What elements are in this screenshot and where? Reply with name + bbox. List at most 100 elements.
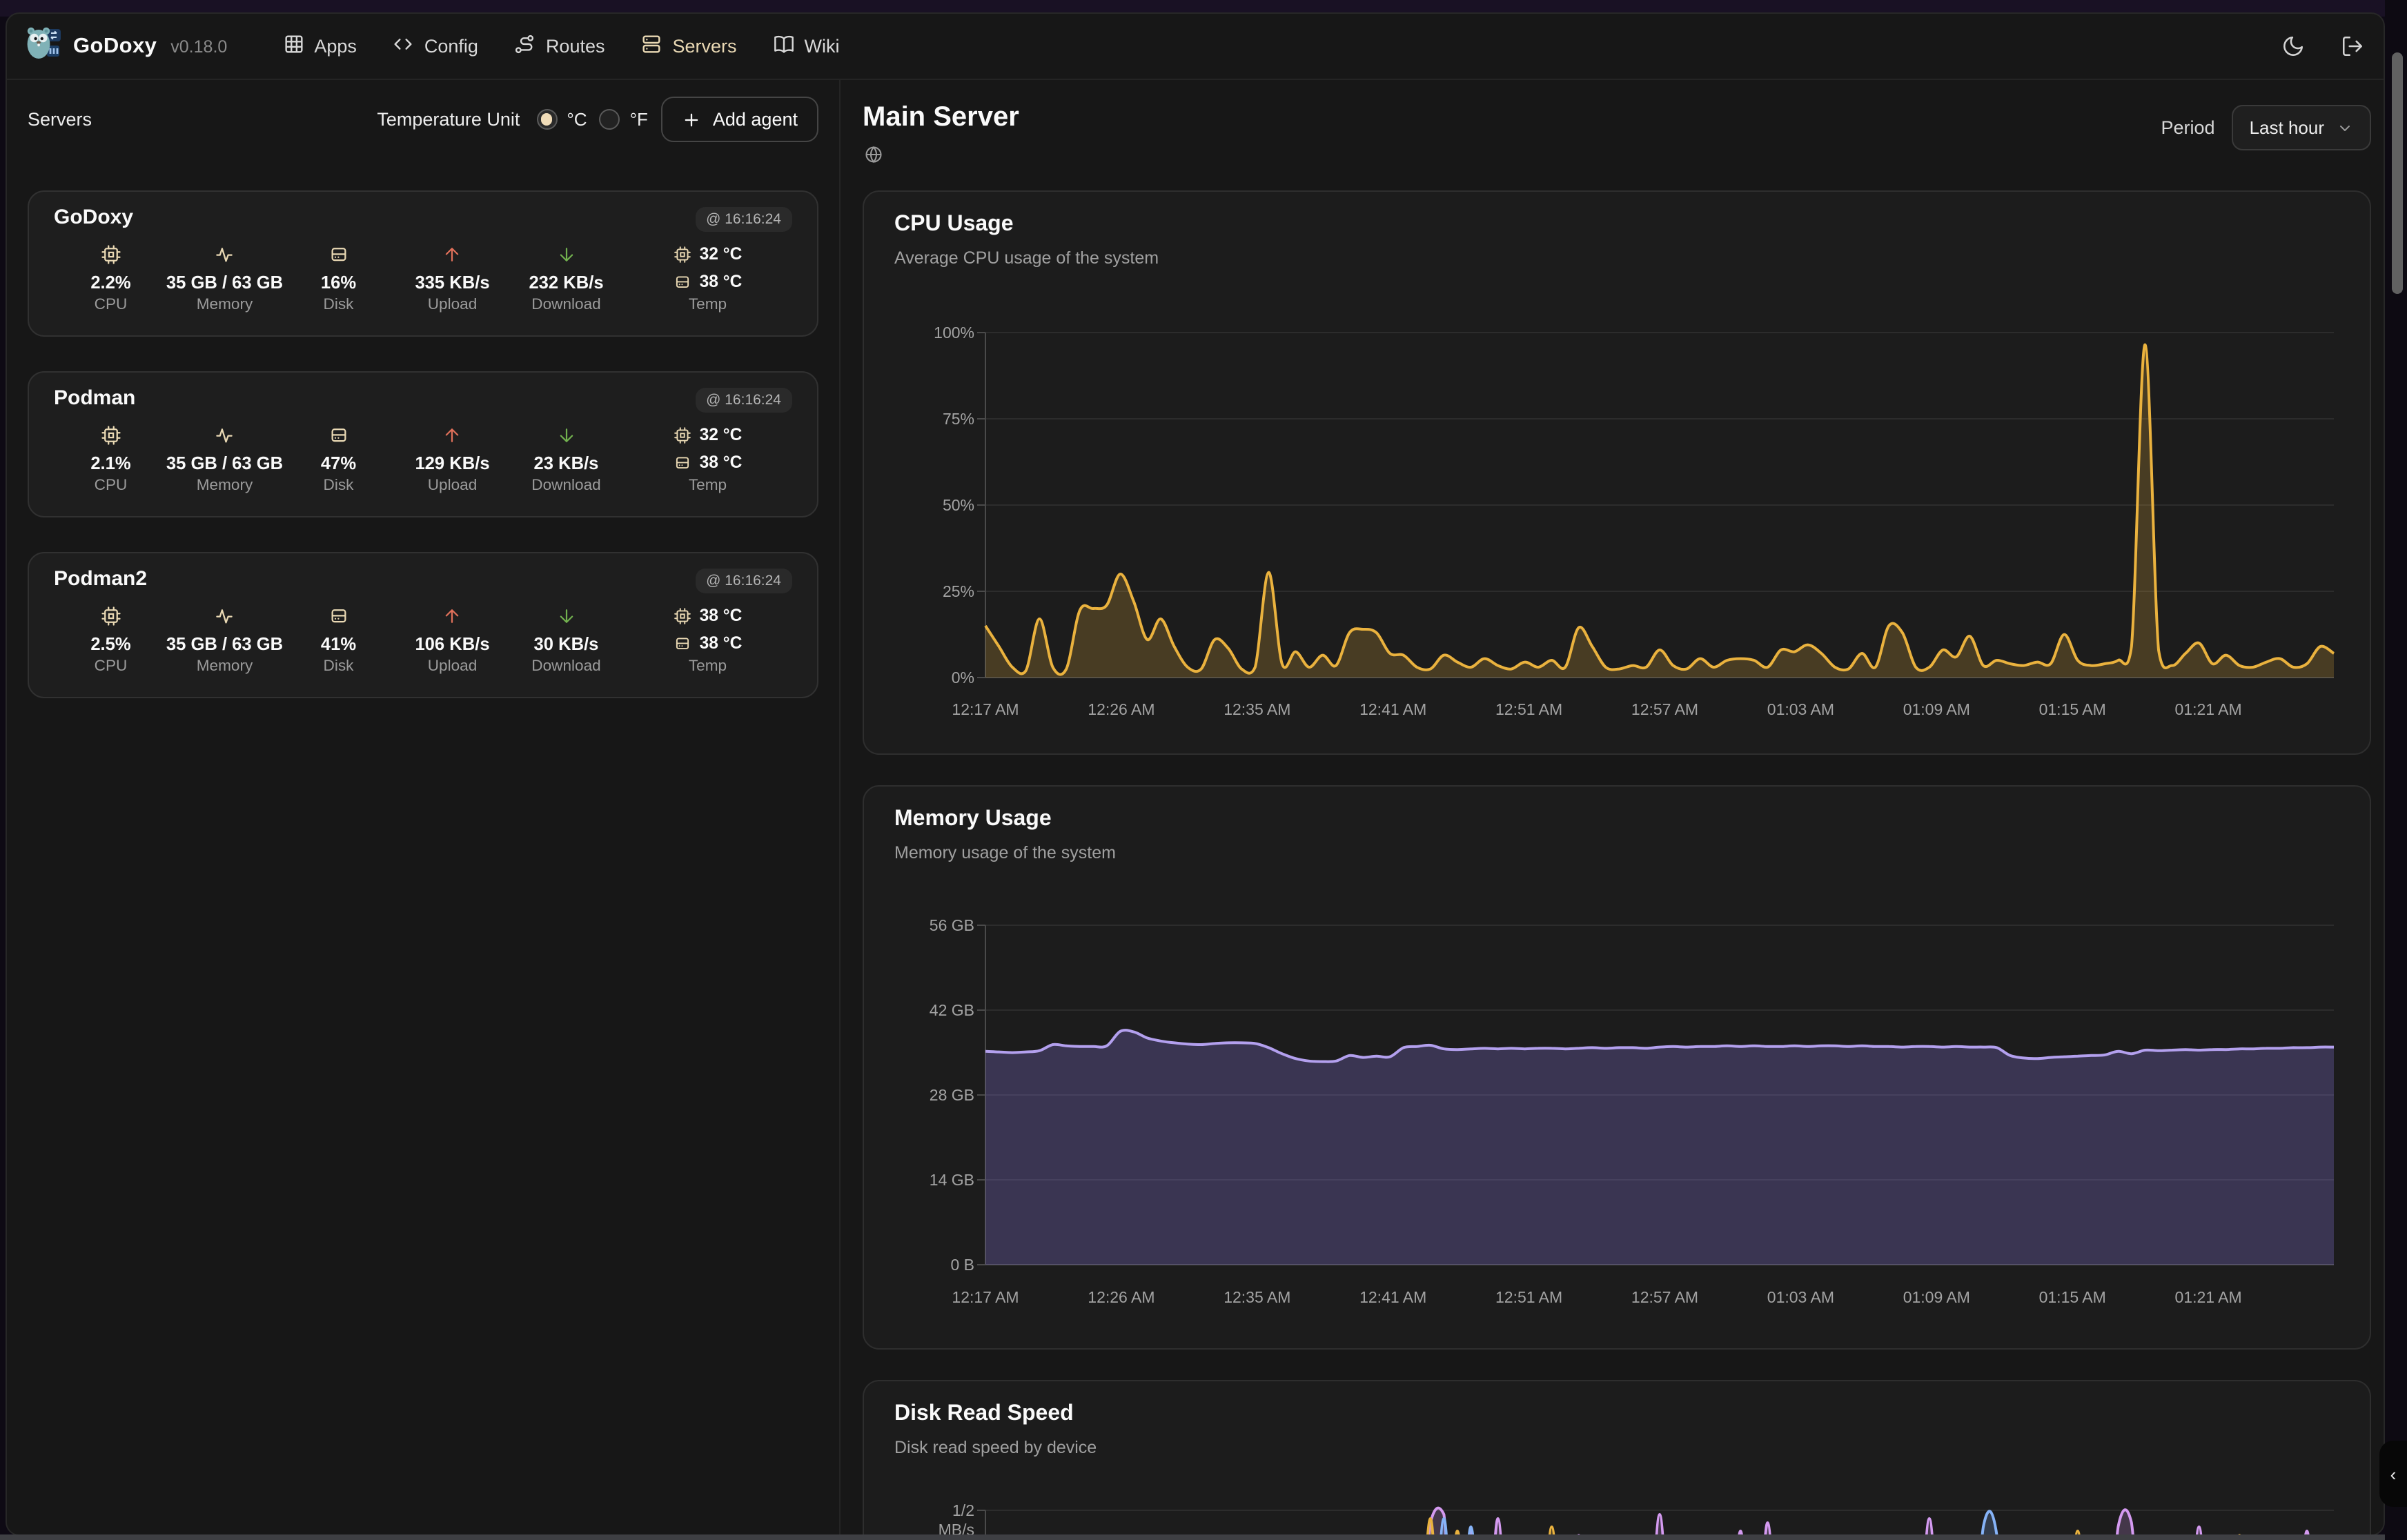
cpu-usage-chart[interactable]: 100%75%50%25%0%12:17 AM12:26 AM12:35 AM1… bbox=[864, 192, 2372, 756]
hard-drive-icon bbox=[674, 634, 691, 652]
memory-value: 35 GB / 63 GB bbox=[166, 448, 283, 476]
memory-value: 35 GB / 63 GB bbox=[166, 268, 283, 295]
nav-items: Apps Config Routes Servers Wiki bbox=[282, 33, 839, 59]
svg-text:12:17 AM: 12:17 AM bbox=[952, 1288, 1019, 1306]
temperature-unit-label: Temperature Unit bbox=[377, 109, 520, 130]
hard-drive-icon bbox=[674, 273, 691, 290]
nav-label: Apps bbox=[314, 36, 357, 57]
svg-text:1/2: 1/2 bbox=[952, 1501, 974, 1519]
arrow-down-icon bbox=[556, 602, 577, 629]
stat-upload: 129 KB/s Upload bbox=[395, 421, 509, 494]
svg-text:0%: 0% bbox=[952, 669, 974, 687]
servers-sidebar: Servers Temperature Unit °C °F bbox=[7, 80, 841, 1534]
svg-text:01:15 AM: 01:15 AM bbox=[2039, 700, 2106, 718]
svg-text:12:35 AM: 12:35 AM bbox=[1224, 1288, 1290, 1306]
nav-item-servers[interactable]: Servers bbox=[641, 33, 737, 59]
disk-label: Disk bbox=[324, 477, 354, 494]
brand-name: GoDoxy bbox=[73, 34, 157, 59]
disk-label: Disk bbox=[324, 658, 354, 675]
svg-text:12:17 AM: 12:17 AM bbox=[952, 700, 1019, 718]
stat-disk: 16% Disk bbox=[282, 240, 395, 313]
server-card-godoxy[interactable]: GoDoxy @ 16:16:24 2.2% CPU 35 GB bbox=[28, 190, 818, 337]
svg-text:75%: 75% bbox=[943, 410, 974, 428]
logout-button[interactable] bbox=[2341, 34, 2364, 58]
stat-temp: 32 °C 38 °C Temp bbox=[623, 421, 792, 494]
arrow-up-icon bbox=[442, 240, 463, 268]
version-label: v0.18.0 bbox=[170, 37, 227, 56]
temp-cpu-value: 32 °C bbox=[700, 425, 743, 444]
arrow-down-icon bbox=[556, 240, 577, 268]
temp-disk-value: 38 °C bbox=[700, 453, 743, 472]
svg-text:42 GB: 42 GB bbox=[930, 1001, 974, 1019]
period-select[interactable]: Last hour bbox=[2232, 105, 2371, 150]
add-agent-button[interactable]: Add agent bbox=[662, 97, 818, 142]
stat-memory: 35 GB / 63 GB Memory bbox=[168, 240, 282, 313]
nav-item-routes[interactable]: Routes bbox=[514, 33, 605, 59]
svg-text:12:35 AM: 12:35 AM bbox=[1224, 700, 1290, 718]
stat-cpu: 2.1% CPU bbox=[54, 421, 168, 494]
svg-text:56 GB: 56 GB bbox=[930, 916, 974, 934]
svg-text:12:51 AM: 12:51 AM bbox=[1495, 700, 1562, 718]
svg-text:01:09 AM: 01:09 AM bbox=[1903, 700, 1970, 718]
stat-disk: 41% Disk bbox=[282, 602, 395, 675]
nav-item-apps[interactable]: Apps bbox=[282, 33, 357, 59]
cpu-chip-icon bbox=[674, 606, 691, 624]
upload-value: 335 KB/s bbox=[415, 268, 489, 295]
globe-icon[interactable] bbox=[864, 145, 883, 164]
temp-label: Temp bbox=[689, 658, 727, 675]
stat-memory: 35 GB / 63 GB Memory bbox=[168, 602, 282, 675]
horizontal-scrollbar[interactable] bbox=[0, 1534, 2385, 1540]
activity-icon bbox=[215, 421, 235, 448]
updated-at-badge: @ 16:16:24 bbox=[695, 569, 792, 593]
code-icon bbox=[393, 33, 415, 59]
radio-fahrenheit[interactable]: °F bbox=[600, 109, 648, 130]
svg-text:28 GB: 28 GB bbox=[930, 1086, 974, 1104]
server-card-podman[interactable]: Podman @ 16:16:24 2.1% CPU 35 GB bbox=[28, 371, 818, 517]
chevron-down-icon bbox=[2337, 119, 2353, 136]
memory-usage-chart[interactable]: 56 GB42 GB28 GB14 GB0 B12:17 AM12:26 AM1… bbox=[864, 787, 2372, 1351]
temp-cpu-value: 32 °C bbox=[700, 244, 743, 264]
upload-label: Upload bbox=[428, 477, 478, 494]
nav-item-wiki[interactable]: Wiki bbox=[773, 33, 840, 59]
svg-text:25%: 25% bbox=[943, 582, 974, 600]
drawer-collapse-button[interactable]: ‹ bbox=[2379, 1441, 2407, 1507]
upload-label: Upload bbox=[428, 658, 478, 675]
period-label: Period bbox=[2161, 117, 2215, 138]
radio-fahrenheit-circle[interactable] bbox=[600, 109, 620, 130]
temperature-unit-radios: °C °F bbox=[536, 109, 647, 130]
stat-download: 30 KB/s Download bbox=[509, 602, 623, 675]
godoxy-logo-icon bbox=[26, 25, 62, 68]
server-card-podman2[interactable]: Podman2 @ 16:16:24 2.5% CPU 35 GB bbox=[28, 552, 818, 698]
upload-value: 106 KB/s bbox=[415, 629, 489, 657]
svg-text:12:41 AM: 12:41 AM bbox=[1359, 700, 1426, 718]
svg-text:14 GB: 14 GB bbox=[930, 1171, 974, 1189]
cpu-chip-icon bbox=[101, 240, 121, 268]
cpu-chip-icon bbox=[101, 602, 121, 629]
svg-text:12:41 AM: 12:41 AM bbox=[1359, 1288, 1426, 1306]
download-value: 30 KB/s bbox=[534, 629, 599, 657]
svg-text:01:09 AM: 01:09 AM bbox=[1903, 1288, 1970, 1306]
theme-toggle-button[interactable] bbox=[2281, 34, 2305, 58]
hard-drive-icon bbox=[674, 453, 691, 471]
cpu-value: 2.2% bbox=[90, 268, 130, 295]
disk-read-speed-chart[interactable]: 1/2MB/s bbox=[864, 1381, 2372, 1535]
radio-celsius[interactable]: °C bbox=[536, 109, 587, 130]
logout-icon bbox=[2341, 34, 2364, 58]
temp-disk-value: 38 °C bbox=[700, 633, 743, 653]
cpu-chip-icon bbox=[674, 245, 691, 263]
updated-at-badge: @ 16:16:24 bbox=[695, 207, 792, 232]
chevron-left-icon: ‹ bbox=[2390, 1463, 2397, 1484]
add-agent-label: Add agent bbox=[713, 109, 798, 130]
brand[interactable]: GoDoxy v0.18.0 bbox=[26, 25, 227, 68]
radio-celsius-circle[interactable] bbox=[536, 109, 557, 130]
download-value: 23 KB/s bbox=[534, 448, 599, 476]
period-value: Last hour bbox=[2250, 117, 2324, 138]
temp-disk-value: 38 °C bbox=[700, 272, 743, 291]
disk-read-speed-card: Disk Read Speed Disk read speed by devic… bbox=[863, 1380, 2371, 1535]
memory-label: Memory bbox=[197, 477, 253, 494]
nav-item-config[interactable]: Config bbox=[393, 33, 478, 59]
cpu-value: 2.1% bbox=[90, 448, 130, 476]
scrollbar-thumb[interactable] bbox=[2392, 52, 2403, 294]
updated-at-badge: @ 16:16:24 bbox=[695, 388, 792, 413]
server-name: Podman2 bbox=[54, 567, 147, 591]
